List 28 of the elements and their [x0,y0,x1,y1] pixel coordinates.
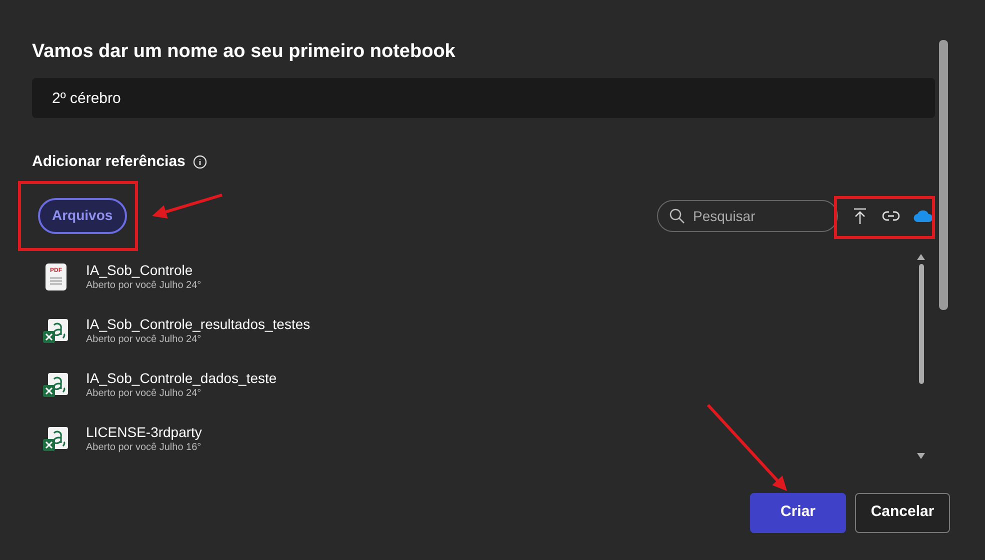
file-name: IA_Sob_Controle_resultados_testes [86,314,310,332]
spreadsheet-file-icon [42,370,70,398]
cloud-icon[interactable] [913,208,933,222]
file-meta: Aberto por você Julho 24° [86,386,202,400]
spreadsheet-file-icon [42,424,70,452]
file-item[interactable]: LICENSE-3rdparty Aberto por você Julho 16° [42,420,917,456]
search-field[interactable]: Pesquisar [657,200,838,232]
create-button[interactable]: Criar [750,492,846,532]
file-name: IA_Sob_Controle_dados_teste [86,368,277,386]
file-meta: Aberto por você Julho 24° [86,332,202,346]
file-item[interactable]: IA_Sob_Controle_dados_teste Aberto por você Julho 24° [42,366,917,402]
cancel-button[interactable]: Cancelar [855,492,950,532]
info-icon [193,155,208,170]
list-scrollbar[interactable] [917,254,925,458]
spreadsheet-file-icon [42,316,70,344]
notebook-name-field[interactable]: 2º cérebro [32,78,935,118]
files-tab[interactable]: Arquivos [38,198,127,234]
search-icon [669,208,685,224]
file-item[interactable]: IA_Sob_Controle_resultados_testes Aberto por você Julho 24° [42,312,917,348]
dialog-scrollbar[interactable] [939,40,948,310]
file-meta: Aberto por você Julho 24° [86,278,202,292]
file-name: LICENSE-3rdparty [86,422,202,440]
file-name: IA_Sob_Controle [86,260,194,278]
upload-icon[interactable] [851,206,869,224]
annotation-arrow [152,194,222,219]
file-meta: Aberto por você Julho 16° [86,440,202,454]
section-label: Adicionar referências [32,152,186,172]
dialog-title: Vamos dar um nome ao seu primeiro notebook [32,40,456,64]
